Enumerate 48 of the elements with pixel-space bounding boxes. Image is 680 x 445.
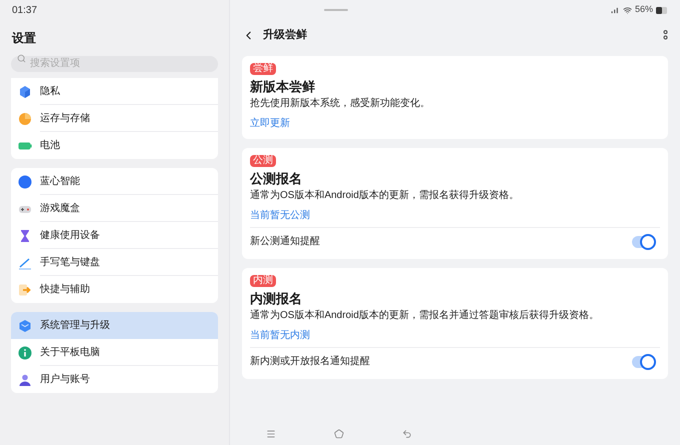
sidebar-item[interactable]: 隐私 <box>11 78 218 105</box>
toggle-label: 新公测通知提醒 <box>250 234 320 249</box>
hourglass-icon <box>18 228 32 242</box>
toggle-switch[interactable] <box>632 236 654 248</box>
toggle-label: 新内测或开放报名通知提醒 <box>250 354 370 369</box>
card-link[interactable]: 当前暂无内测 <box>250 328 310 343</box>
card-badge: 内测 <box>250 275 276 287</box>
home-icon[interactable] <box>334 429 344 439</box>
card-description: 通常为OS版本和Android版本的更新，需报名获得升级资格。 <box>250 188 519 203</box>
card-badge: 公测 <box>250 155 276 167</box>
sidebar-item[interactable]: 关于平板电脑 <box>11 339 218 366</box>
layers-icon <box>18 318 32 332</box>
signal-icon <box>610 6 620 14</box>
arrow-icon <box>18 282 32 296</box>
info-icon <box>18 346 32 360</box>
card-title: 内测报名 <box>250 290 302 307</box>
card-title: 公测报名 <box>250 170 302 187</box>
card-link[interactable]: 立即更新 <box>250 116 290 131</box>
sidebar-item[interactable]: 运存与存储 <box>11 105 218 132</box>
more-options-icon[interactable] <box>663 30 668 40</box>
menu-icon[interactable] <box>266 429 276 439</box>
sidebar-item[interactable]: 游戏魔盒 <box>11 195 218 222</box>
sidebar-item[interactable]: 蓝心智能 <box>11 168 218 195</box>
sidebar-title: 设置 <box>12 30 36 47</box>
card-description: 通常为OS版本和Android版本的更新，需报名并通过答题审核后获得升级资格。 <box>250 308 599 323</box>
card-title: 新版本尝鲜 <box>250 78 315 95</box>
sidebar-item[interactable]: 系统管理与升级 <box>11 312 218 339</box>
search-field[interactable]: 搜索设置项 <box>11 56 218 72</box>
cube-icon <box>18 84 32 98</box>
card-description: 抢先使用新版本系统，感受新功能变化。 <box>250 96 430 111</box>
status-time: 01:37 <box>12 4 38 18</box>
sidebar-item[interactable]: 快捷与辅助 <box>11 276 218 303</box>
sidebar-item[interactable]: 用户与账号 <box>11 366 218 393</box>
page-title: 升级尝鲜 <box>263 28 308 43</box>
card-badge: 尝鲜 <box>250 63 276 75</box>
sidebar-item[interactable]: 电池 <box>11 132 218 159</box>
drag-handle[interactable] <box>324 9 348 11</box>
user-icon <box>18 372 32 386</box>
battery-icon <box>656 6 668 14</box>
sidebar-item[interactable]: 健康使用设备 <box>11 222 218 249</box>
pie-chart-icon <box>18 112 32 126</box>
search-icon <box>17 54 26 62</box>
toggle-switch[interactable] <box>632 356 654 368</box>
battery-percentage: 56% <box>634 3 653 16</box>
card-link[interactable]: 当前暂无公测 <box>250 208 310 223</box>
sidebar-item[interactable]: 手写笔与键盘 <box>11 249 218 276</box>
wifi-icon <box>622 6 632 14</box>
pen-icon <box>18 256 32 270</box>
